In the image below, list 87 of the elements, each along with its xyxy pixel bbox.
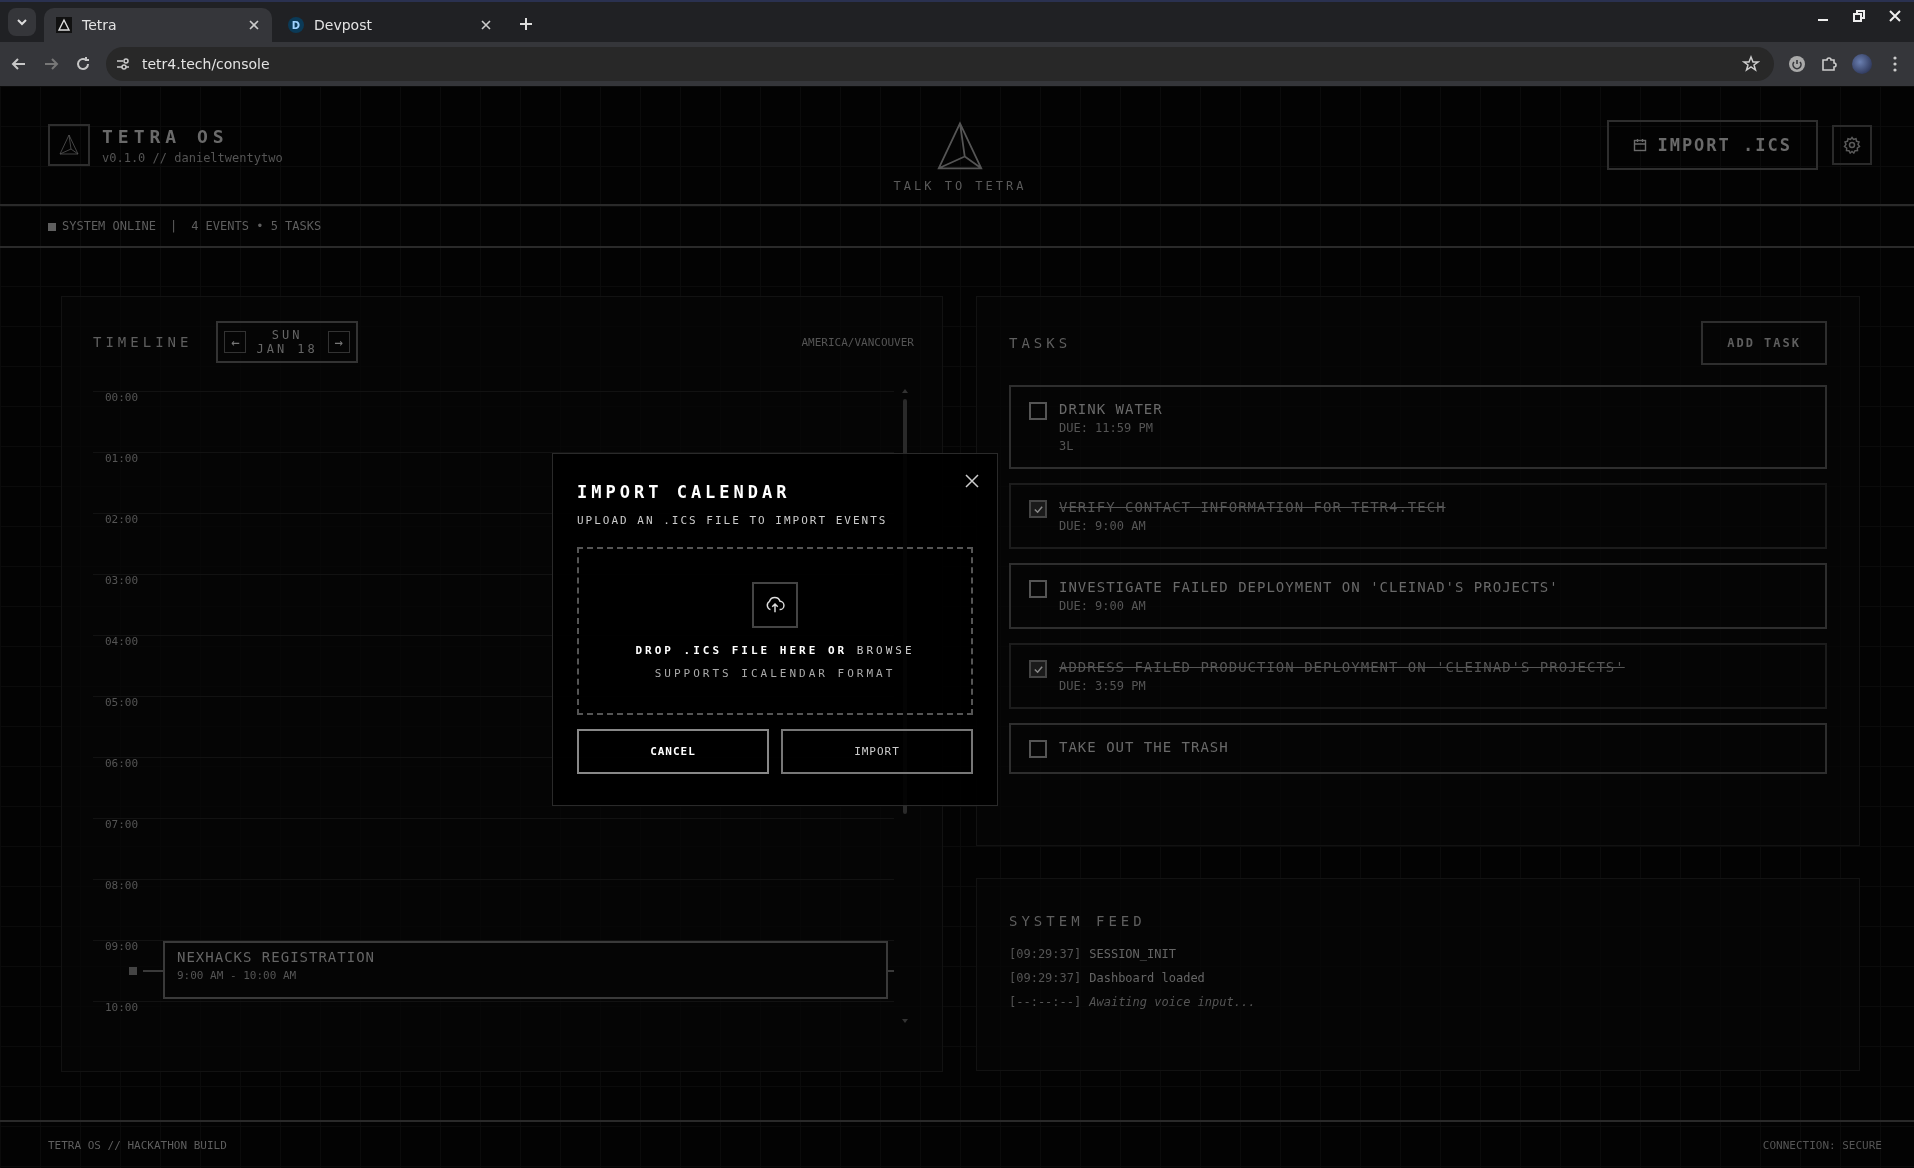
log-time: [--:--:--] <box>1009 995 1082 1009</box>
hour-label: 04:00 <box>105 635 140 649</box>
online-status: SYSTEM ONLINE <box>48 219 156 233</box>
format-hint: SUPPORTS ICALENDAR FORMAT <box>654 667 896 680</box>
hour-label: 09:00 <box>105 940 140 954</box>
task-card[interactable]: INVESTIGATE FAILED DEPLOYMENT ON 'CLEINAD'S PROJECTS' DUE: 9:00 AM <box>1009 563 1827 629</box>
footer-build: TETRA OS // HACKATHON BUILD <box>48 1138 227 1152</box>
panel-title: TASKS <box>1009 335 1072 351</box>
browser-tab[interactable]: D Devpost <box>276 8 504 42</box>
separator: | <box>169 219 178 233</box>
task-note: 3L <box>1059 439 1075 453</box>
timezone-label: AMERICA/VANCOUVER <box>801 335 914 349</box>
log-time: [09:29:37] <box>1009 947 1082 961</box>
task-checkbox[interactable] <box>1029 500 1047 518</box>
triangle-icon <box>58 134 80 156</box>
task-title: ADDRESS FAILED PRODUCTION DEPLOYMENT ON 'CLEINAD'S PROJECTS' <box>1059 659 1625 675</box>
task-card[interactable]: ADDRESS FAILED PRODUCTION DEPLOYMENT ON 'CLEINAD'S PROJECTS' DUE: 3:59 PM <box>1009 643 1827 709</box>
import-button[interactable]: IMPORT .ICS <box>1607 120 1818 170</box>
talk-label[interactable]: TALK TO TETRA <box>893 179 1027 193</box>
add-task-button[interactable]: ADD TASK <box>1701 321 1827 365</box>
task-due: DUE: 9:00 AM <box>1059 599 1147 613</box>
power-icon[interactable] <box>1788 55 1806 73</box>
hour-label: 02:00 <box>105 513 140 527</box>
summary-counts: 4 EVENTS • 5 TASKS <box>191 219 322 233</box>
weekday-label: SUN <box>271 328 303 342</box>
panel-title: SYSTEM FEED <box>1009 913 1147 929</box>
event-block[interactable]: NEXHACKS REGISTRATION 9:00 AM - 10:00 AM <box>163 941 888 999</box>
favicon-letter: D <box>288 17 304 33</box>
drop-zone[interactable]: DROP .ICS FILE HERE OR BROWSE SUPPORTS ICALENDAR FORMAT <box>577 547 973 715</box>
gear-icon <box>1843 136 1861 154</box>
dialog-title: IMPORT CALENDAR <box>577 482 792 502</box>
browse-link[interactable]: BROWSE <box>856 644 915 657</box>
task-title: TAKE OUT THE TRASH <box>1059 739 1229 755</box>
triangle-icon <box>56 17 72 33</box>
date-label: JAN 18 <box>256 342 318 356</box>
hour-label: 03:00 <box>105 574 140 588</box>
next-day-button[interactable]: → <box>327 331 350 353</box>
task-title: INVESTIGATE FAILED DEPLOYMENT ON 'CLEINAD'S PROJECTS' <box>1059 579 1559 595</box>
task-card[interactable]: VERIFY CONTACT INFORMATION FOR TETR4.TECH DUE: 9:00 AM <box>1009 483 1827 549</box>
log-message: Awaiting voice input... <box>1089 995 1256 1009</box>
app-title: TETRA OS <box>102 125 230 147</box>
browser-tab[interactable]: Tetra <box>44 8 272 42</box>
app-version: v0.1.0 // danieltwentytwo <box>102 150 283 165</box>
upload-button[interactable] <box>752 582 798 628</box>
log-message: Dashboard loaded <box>1089 971 1205 985</box>
task-title: VERIFY CONTACT INFORMATION FOR TETR4.TECH <box>1059 499 1446 515</box>
settings-button[interactable] <box>1832 125 1872 165</box>
task-checkbox[interactable] <box>1029 740 1047 758</box>
hour-label: 08:00 <box>105 879 140 893</box>
hour-label: 05:00 <box>105 696 140 710</box>
task-card[interactable]: DRINK WATER DUE: 11:59 PM 3L <box>1009 385 1827 469</box>
star-icon[interactable] <box>1742 55 1760 73</box>
task-title: DRINK WATER <box>1059 401 1163 417</box>
check-icon <box>1032 663 1044 675</box>
address-bar[interactable]: tetr4.tech/console <box>106 47 1774 81</box>
reload-icon[interactable] <box>74 55 92 73</box>
import-button[interactable]: IMPORT <box>781 729 973 774</box>
dialog-subtitle: UPLOAD AN .ICS FILE TO IMPORT EVENTS <box>577 514 889 527</box>
extensions-icon[interactable] <box>1820 55 1838 73</box>
drop-instruction: DROP .ICS FILE HERE OR BROWSE <box>635 644 915 657</box>
task-card[interactable]: TAKE OUT THE TRASH <box>1009 723 1827 774</box>
check-icon <box>1032 503 1044 515</box>
panel-title: TIMELINE <box>93 334 193 350</box>
log-message: SESSION_INIT <box>1089 947 1176 961</box>
hour-label: 06:00 <box>105 757 140 771</box>
restore-icon[interactable] <box>1852 9 1866 23</box>
hour-label: 01:00 <box>105 452 140 466</box>
log-time: [09:29:37] <box>1009 971 1082 985</box>
task-due: DUE: 3:59 PM <box>1059 679 1147 693</box>
close-icon[interactable] <box>480 19 492 31</box>
task-checkbox[interactable] <box>1029 402 1047 420</box>
cancel-button[interactable]: CANCEL <box>577 729 769 774</box>
caret-icon <box>16 16 28 28</box>
task-checkbox[interactable] <box>1029 660 1047 678</box>
previous-day-button[interactable]: ← <box>224 331 247 353</box>
hour-label: 10:00 <box>105 1001 140 1015</box>
connection-status: CONNECTION: SECURE <box>1762 1138 1882 1152</box>
task-due: DUE: 9:00 AM <box>1059 519 1147 533</box>
task-checkbox[interactable] <box>1029 580 1047 598</box>
calendar-icon <box>1633 138 1648 152</box>
tab-list-button[interactable] <box>8 8 36 36</box>
close-icon[interactable] <box>248 19 260 31</box>
site-settings-icon[interactable] <box>114 55 132 73</box>
hour-label: 00:00 <box>105 391 140 405</box>
task-due: DUE: 11:59 PM <box>1059 421 1154 435</box>
hour-label: 07:00 <box>105 818 140 832</box>
profile-avatar[interactable] <box>1852 54 1872 74</box>
